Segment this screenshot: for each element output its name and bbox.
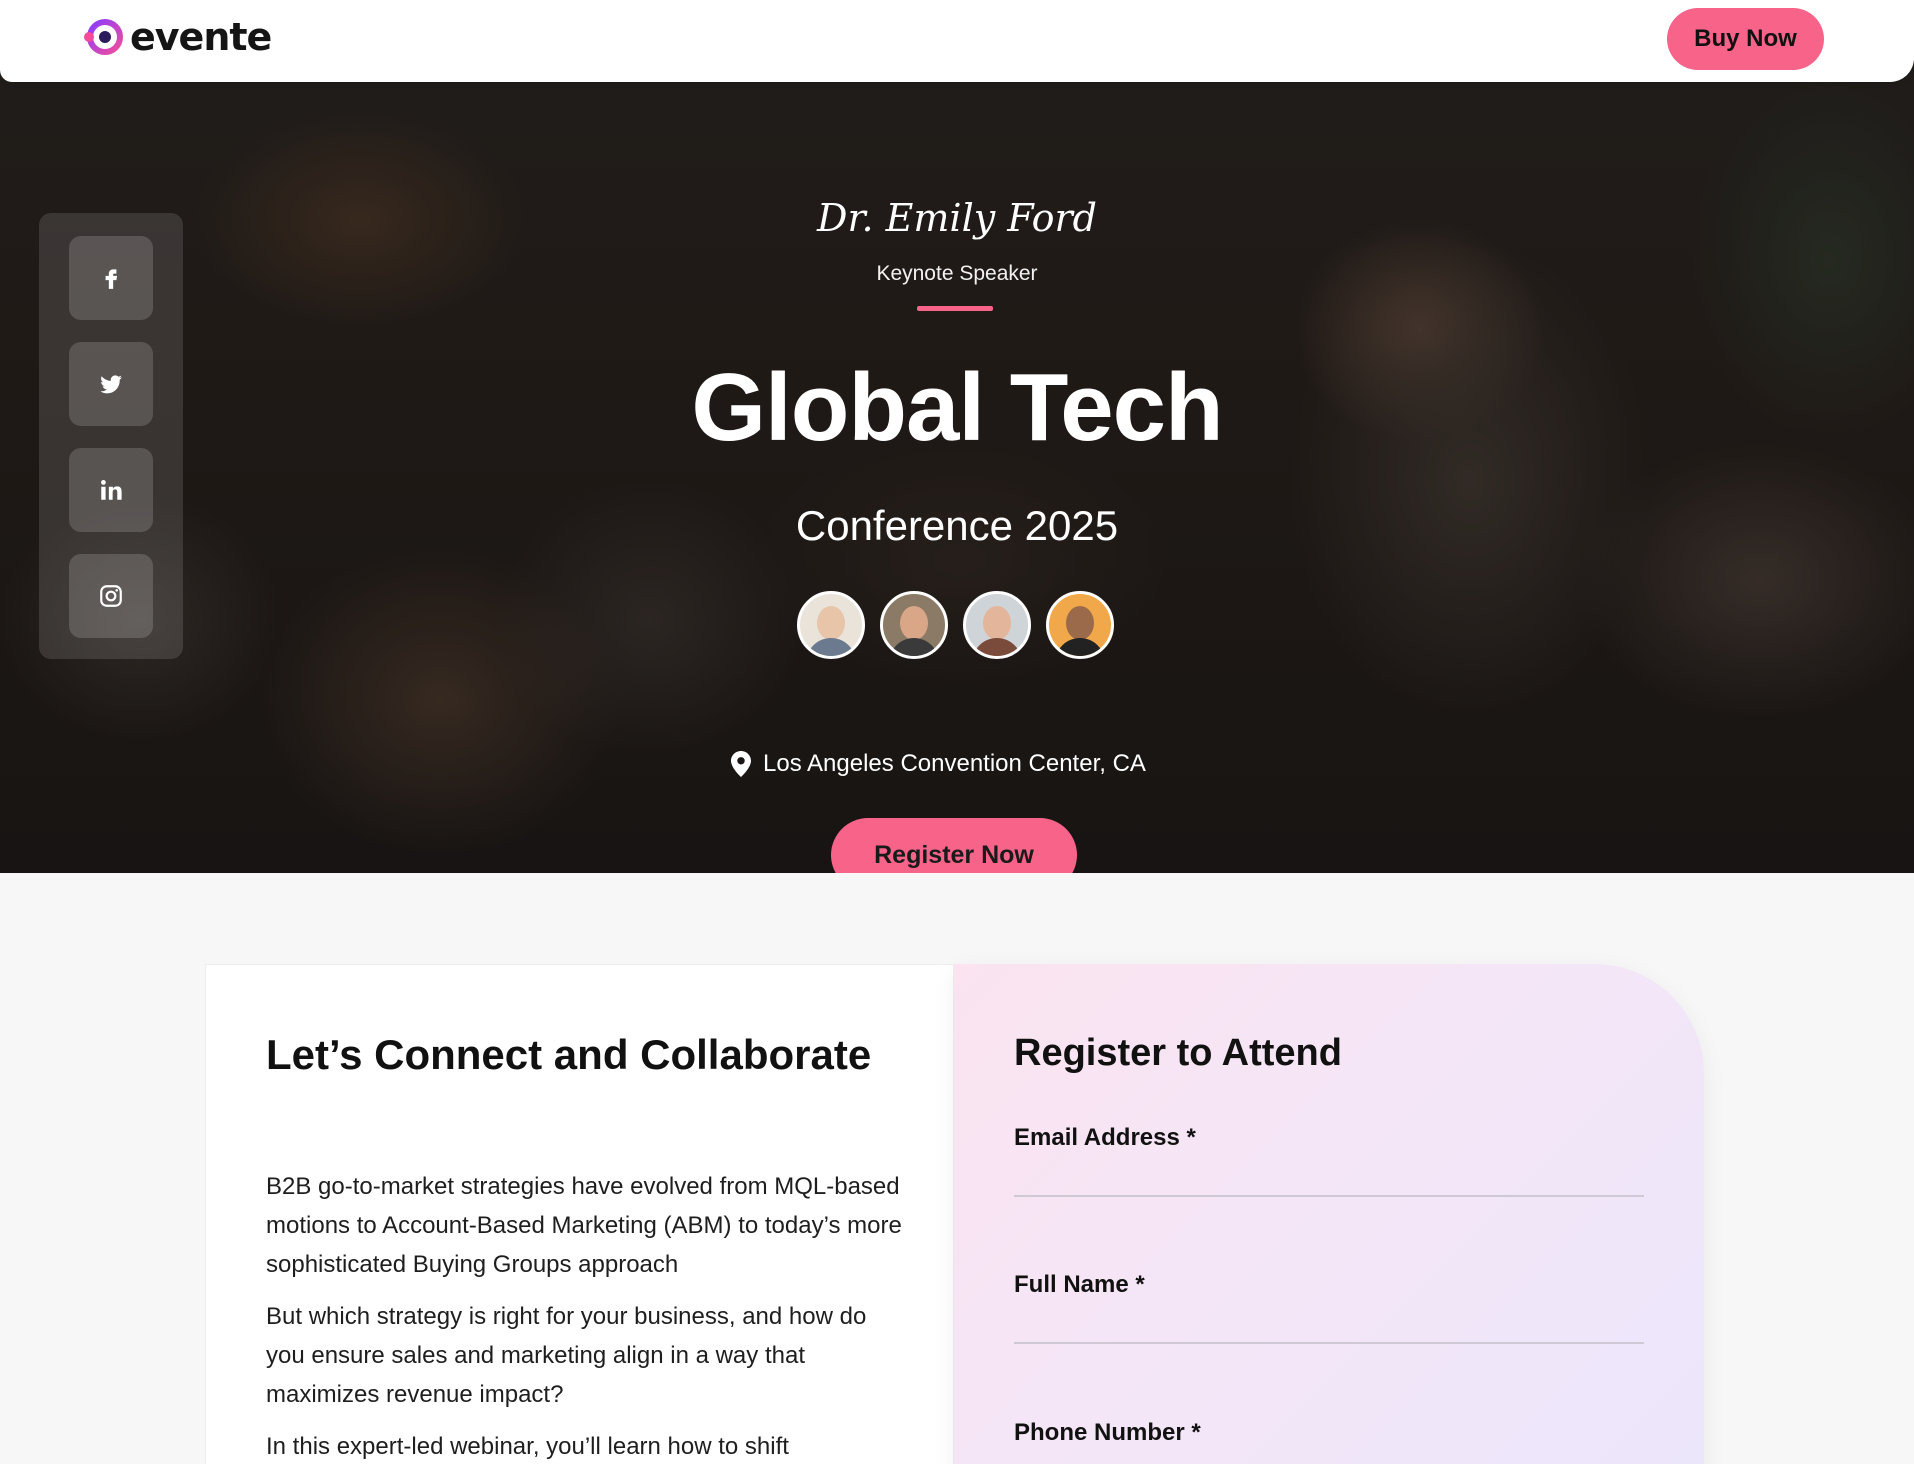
speaker-role: Keynote Speaker xyxy=(876,262,1038,285)
instagram-icon xyxy=(100,585,122,607)
event-subtitle: Conference 2025 xyxy=(795,502,1119,549)
buy-now-button[interactable]: Buy Now xyxy=(1667,8,1824,70)
email-field[interactable] xyxy=(1014,1147,1644,1197)
event-location: Los Angeles Convention Center, CA xyxy=(731,750,1146,778)
phone-label: Phone Number * xyxy=(1014,1419,1201,1446)
about-card: Let’s Connect and Collaborate B2B go-to-… xyxy=(205,964,954,1464)
registration-form: Register to Attend Email Address * Full … xyxy=(954,964,1704,1464)
title-divider xyxy=(917,306,993,311)
speaker-name: Dr. Emily Ford xyxy=(817,196,1097,240)
location-text: Los Angeles Convention Center, CA xyxy=(763,750,1146,777)
about-heading: Let’s Connect and Collaborate xyxy=(266,1031,872,1078)
avatar[interactable] xyxy=(797,591,865,659)
form-heading: Register to Attend xyxy=(1014,1032,1342,1074)
logo-text: evente xyxy=(130,15,272,59)
hero-section: Dr. Emily Ford Keynote Speaker Global Te… xyxy=(0,60,1914,873)
logo-icon xyxy=(82,15,126,59)
map-pin-icon xyxy=(731,751,751,777)
about-paragraph: B2B go-to-market strategies have evolved… xyxy=(266,1173,902,1278)
linkedin-icon xyxy=(101,480,122,500)
register-now-button[interactable]: Register Now xyxy=(831,818,1077,873)
logo[interactable]: evente xyxy=(82,14,272,60)
avatar[interactable] xyxy=(963,591,1031,659)
full-name-field[interactable] xyxy=(1014,1294,1644,1344)
speaker-avatars xyxy=(797,591,1114,659)
avatar[interactable] xyxy=(880,591,948,659)
avatar[interactable] xyxy=(1046,591,1114,659)
instagram-button[interactable] xyxy=(69,554,153,638)
event-title: Global Tech xyxy=(691,354,1223,461)
site-header: evente Buy Now xyxy=(0,0,1914,82)
about-paragraph: In this expert-led webinar, you’ll learn… xyxy=(266,1433,789,1460)
about-paragraph: But which strategy is right for your bus… xyxy=(266,1303,867,1408)
